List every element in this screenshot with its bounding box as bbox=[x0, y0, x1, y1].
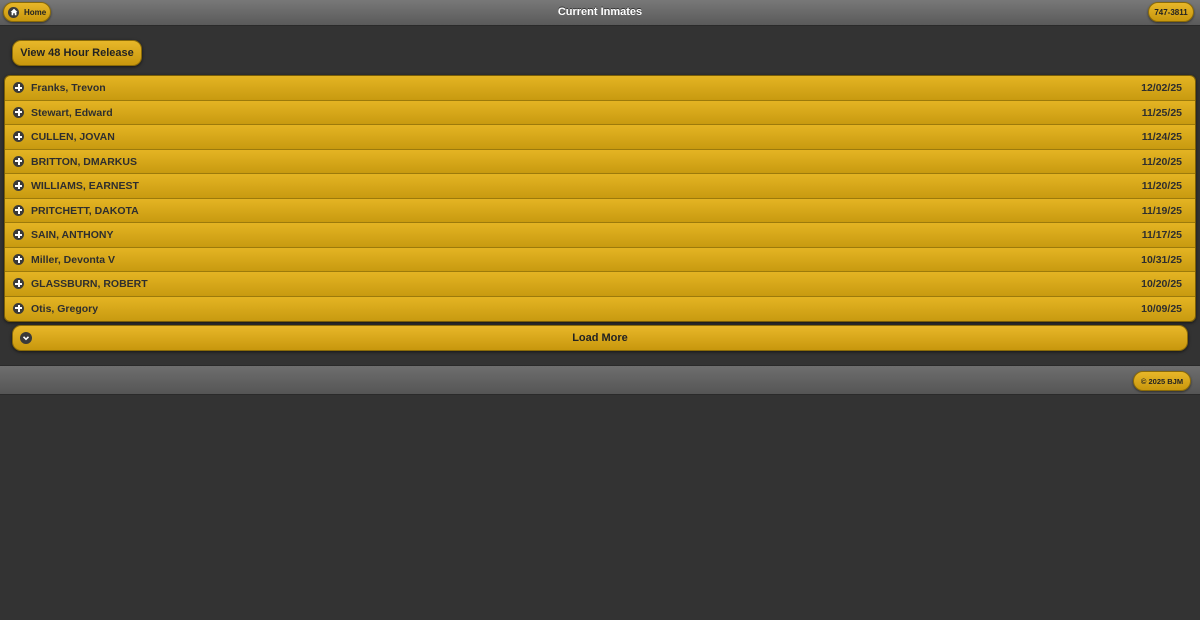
booking-date: 11/25/25 bbox=[1141, 106, 1182, 119]
booking-date: 11/24/25 bbox=[1141, 131, 1182, 143]
booking-date: 10/20/25 bbox=[1141, 278, 1182, 290]
booking-date: 11/20/25 bbox=[1141, 180, 1182, 192]
inmate-name: Otis, Gregory bbox=[31, 302, 99, 315]
load-more-button[interactable]: Load More bbox=[12, 325, 1188, 351]
inmate-name: CULLEN, JOVAN bbox=[31, 131, 115, 143]
inmate-name: BRITTON, DMARKUS bbox=[31, 155, 137, 168]
copyright-button[interactable]: © 2025 BJM bbox=[1133, 371, 1191, 391]
inmate-name: Stewart, Edward bbox=[31, 106, 113, 119]
phone-button[interactable]: 747-3811 bbox=[1148, 2, 1194, 22]
plus-circle-icon bbox=[13, 278, 24, 289]
inmate-list: Franks, Trevon 12/02/25 Stewart, Edward 11/… bbox=[4, 75, 1196, 322]
header-bar: Home Current Inmates 747-3811 bbox=[0, 0, 1200, 26]
booking-date: 10/09/25 bbox=[1141, 302, 1182, 315]
inmate-row[interactable]: CULLEN, JOVAN 11/24/25 bbox=[5, 125, 1195, 150]
page-title: Current Inmates bbox=[557, 6, 643, 18]
inmate-row[interactable]: SAIN, ANTHONY 11/17/25 bbox=[5, 223, 1195, 248]
inmate-row[interactable]: Miller, Devonta V 10/31/25 bbox=[5, 247, 1195, 272]
inmate-name: GLASSBURN, ROBERT bbox=[31, 278, 148, 290]
booking-date: 12/02/25 bbox=[1141, 82, 1182, 94]
inmate-row[interactable]: WILLIAMS, EARNEST 11/20/25 bbox=[5, 174, 1195, 199]
inmate-row[interactable]: Otis, Gregory 10/09/25 bbox=[5, 296, 1195, 321]
load-more-label: Load More bbox=[572, 332, 628, 344]
booking-date: 11/20/25 bbox=[1141, 155, 1182, 168]
plus-circle-icon bbox=[13, 82, 24, 93]
plus-circle-icon bbox=[13, 302, 24, 314]
plus-circle-icon bbox=[13, 253, 24, 265]
booking-date: 11/19/25 bbox=[1141, 204, 1182, 217]
inmate-name: WILLIAMS, EARNEST bbox=[31, 180, 139, 192]
inmate-row[interactable]: Stewart, Edward 11/25/25 bbox=[5, 100, 1195, 125]
inmate-name: SAIN, ANTHONY bbox=[31, 229, 114, 241]
inmate-name: Franks, Trevon bbox=[31, 82, 106, 94]
inmate-row[interactable]: GLASSBURN, ROBERT 10/20/25 bbox=[5, 272, 1195, 297]
view-48-hour-release-button[interactable]: View 48 Hour Release bbox=[12, 40, 142, 66]
plus-circle-icon bbox=[13, 180, 24, 191]
booking-date: 10/31/25 bbox=[1141, 253, 1182, 266]
chevron-down-icon bbox=[20, 332, 32, 344]
inmate-name: Miller, Devonta V bbox=[31, 253, 116, 266]
plus-circle-icon bbox=[13, 204, 24, 216]
plus-circle-icon bbox=[13, 131, 24, 142]
inmate-row[interactable]: BRITTON, DMARKUS 11/20/25 bbox=[5, 149, 1195, 174]
inmate-row[interactable]: PRITCHETT, DAKOTA 11/19/25 bbox=[5, 198, 1195, 223]
footer-bar: © 2025 BJM bbox=[0, 365, 1200, 395]
plus-circle-icon bbox=[13, 229, 24, 240]
booking-date: 11/17/25 bbox=[1141, 229, 1182, 241]
plus-circle-icon bbox=[13, 106, 24, 118]
inmate-row[interactable]: Franks, Trevon 12/02/25 bbox=[5, 76, 1195, 101]
inmate-name: PRITCHETT, DAKOTA bbox=[31, 204, 139, 217]
plus-circle-icon bbox=[13, 155, 24, 167]
